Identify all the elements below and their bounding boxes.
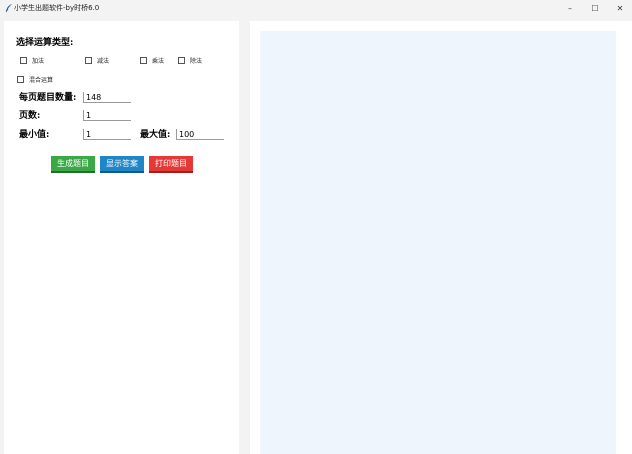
min-value-input[interactable]	[83, 129, 131, 140]
checkbox-box[interactable]	[17, 75, 24, 83]
checkbox-multiplication[interactable]: 乘法	[140, 56, 165, 65]
operation-type-title: 选择运算类型:	[16, 38, 74, 48]
checkbox-box[interactable]	[178, 56, 185, 64]
checkbox-box[interactable]	[85, 56, 92, 64]
generate-button[interactable]: 生成题目	[51, 156, 95, 173]
feather-icon	[5, 4, 12, 13]
minimize-button[interactable]: –	[558, 0, 582, 16]
checkbox-label: 减法	[97, 57, 110, 65]
checkbox-label: 加法	[32, 57, 45, 65]
print-button[interactable]: 打印题目	[149, 156, 193, 173]
questions-output-area[interactable]	[260, 31, 616, 454]
checkbox-mixed[interactable]: 混合运算	[17, 75, 54, 84]
settings-panel: 选择运算类型: 加法 减法 乘法 除法 混合运算 每页题目数量: 页数: 最小值…	[4, 21, 239, 454]
checkbox-label: 除法	[190, 57, 203, 65]
pages-label: 页数:	[19, 111, 41, 121]
checkbox-addition[interactable]: 加法	[20, 56, 45, 65]
per-page-label: 每页题目数量:	[19, 93, 77, 103]
pages-input[interactable]	[83, 110, 131, 121]
checkbox-subtraction[interactable]: 减法	[85, 56, 110, 65]
max-value-input[interactable]	[176, 129, 224, 140]
maximize-button[interactable]: ☐	[583, 0, 607, 16]
checkbox-division[interactable]: 除法	[178, 56, 203, 65]
max-value-label: 最大值:	[140, 130, 171, 140]
show-answers-button[interactable]: 显示答案	[100, 156, 144, 173]
close-button[interactable]: ✕	[608, 0, 632, 16]
checkbox-label: 乘法	[152, 57, 165, 65]
min-value-label: 最小值:	[19, 130, 50, 140]
checkbox-box[interactable]	[20, 56, 27, 64]
checkbox-box[interactable]	[140, 56, 147, 64]
window-title: 小学生出题软件-by时桥6.0	[14, 4, 100, 12]
title-bar[interactable]: 小学生出题软件-by时桥6.0 – ☐ ✕	[0, 0, 632, 16]
checkbox-label: 混合运算	[29, 76, 54, 84]
per-page-input[interactable]	[83, 92, 131, 103]
output-panel	[250, 21, 632, 454]
